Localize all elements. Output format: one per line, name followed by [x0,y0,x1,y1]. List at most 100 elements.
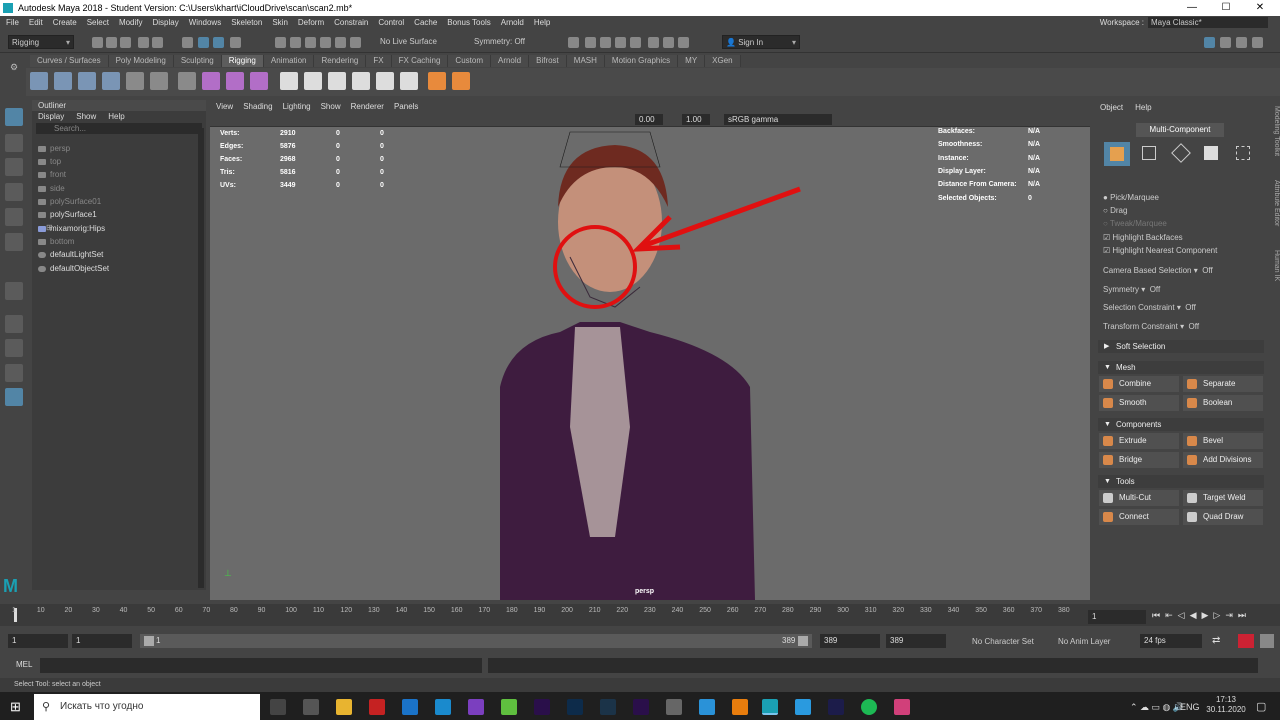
locator-icon[interactable] [428,72,446,90]
system-tray-icons[interactable]: ⌃ ☁ ▭ ◍ 🔊 [1130,702,1184,713]
bind-skin-icon[interactable] [178,72,196,90]
taskbar-search-input[interactable]: Искать что угодно [34,694,260,720]
select-hierarchy-icon[interactable] [182,37,193,48]
step-forward-frame-icon[interactable]: ▷ [1213,610,1220,621]
spotify-icon[interactable] [861,699,877,715]
mtk-symmetry-row[interactable]: Symmetry ▾ Off [1103,285,1160,294]
viewport-menu-shading[interactable]: Shading [243,100,272,113]
ipr-render-icon[interactable] [615,37,626,48]
menuset-dropdown[interactable]: Rigging ▾ [8,35,74,49]
smooth-button[interactable]: Smooth [1099,395,1179,411]
open-scene-icon[interactable] [106,37,117,48]
shelf-tab-fx[interactable]: FX [366,55,392,67]
pinned-app-red-icon[interactable] [369,699,385,715]
menu-display[interactable]: Display [153,16,179,29]
outliner-scrollbar[interactable] [198,128,204,588]
mtk-menu-object[interactable]: Object [1100,103,1123,112]
tools-section-header[interactable]: ▼ Tools [1098,475,1264,488]
shelf-tab-rigging[interactable]: Rigging [221,55,264,67]
select-tool-icon[interactable] [5,108,23,126]
command-language-label[interactable]: MEL [16,660,32,669]
menu-select[interactable]: Select [87,16,109,29]
range-slider-track[interactable]: 1 389 [140,634,812,648]
menu-deform[interactable]: Deform [298,16,324,29]
construction-history-icon[interactable] [568,37,579,48]
arnold-render-icon[interactable] [663,37,674,48]
menu-control[interactable]: Control [378,16,404,29]
menu-edit[interactable]: Edit [29,16,43,29]
step-back-key-icon[interactable]: ⇤ [1165,610,1173,621]
step-back-frame-icon[interactable]: ◁ [1178,610,1185,621]
toggle-tool-settings-icon[interactable] [1236,37,1247,48]
outliner-item-front[interactable]: front [38,169,66,181]
gamma-field[interactable]: 1.00 [682,114,710,125]
scale-constraint-icon[interactable] [352,72,370,90]
rotate-tool-icon[interactable] [5,208,23,226]
point-constraint-icon[interactable] [280,72,298,90]
bevel-button[interactable]: Bevel [1183,433,1263,449]
scale-tool-icon[interactable] [5,233,23,251]
blender-icon[interactable] [732,699,748,715]
photoshop-icon[interactable] [567,699,583,715]
add-divisions-button[interactable]: Add Divisions [1183,452,1263,468]
viewport-menu-panels[interactable]: Panels [394,100,418,113]
anim-layer-dropdown[interactable]: No Anim Layer [1058,637,1110,646]
side-tab-human-ik[interactable]: Human IK [1268,250,1280,290]
snap-grid-icon[interactable] [275,37,286,48]
windows-start-icon[interactable]: ⊞ [10,699,21,715]
preferences-icon[interactable] [1260,634,1274,648]
render-settings-icon[interactable] [630,37,641,48]
menu-modify[interactable]: Modify [119,16,143,29]
ik-handle-icon[interactable] [54,72,72,90]
side-tab-attribute-editor[interactable]: Attribute Editor [1268,180,1280,240]
viewport-panel[interactable]: View Shading Lighting Show Renderer Pane… [210,100,1090,600]
pole-vector-icon[interactable] [400,72,418,90]
cluster-icon[interactable] [250,72,268,90]
colorspace-dropdown[interactable]: sRGB gamma [724,114,832,125]
mail-icon[interactable] [402,699,418,715]
mtk-menu-help[interactable]: Help [1135,103,1151,112]
hypershade-icon[interactable] [648,37,659,48]
outliner-menu-help[interactable]: Help [108,111,124,123]
outliner-item-defaultobjectset[interactable]: defaultObjectSet [38,263,109,275]
paint-select-tool-icon[interactable] [5,158,23,176]
transform-constraint-row[interactable]: Transform Constraint ▾ Off [1103,322,1199,331]
shelf-tab-sculpting[interactable]: Sculpting [173,55,222,67]
command-input[interactable] [40,658,482,673]
workspace-dropdown[interactable]: Maya Classic* [1148,17,1268,28]
uv-mode-icon[interactable] [1236,146,1250,160]
playback-start-field[interactable]: 1 [72,634,132,648]
checkbox-highlight-nearest[interactable]: ☑ Highlight Nearest Component [1103,246,1217,255]
snap-live-icon[interactable] [350,37,361,48]
vertex-mode-icon[interactable] [1142,146,1156,160]
camera-based-selection-row[interactable]: Camera Based Selection ▾ Off [1103,266,1213,275]
parent-constraint-icon[interactable] [376,72,394,90]
play-backward-icon[interactable]: ◀ [1190,610,1197,621]
range-slider-end-handle[interactable] [798,636,808,646]
viewport-menu-renderer[interactable]: Renderer [351,100,384,113]
render-frame-icon[interactable] [585,37,596,48]
shelf-tab-my[interactable]: MY [678,55,706,67]
shelf-tab-curves-surfaces[interactable]: Curves / Surfaces [30,55,109,67]
go-to-end-icon[interactable]: ⏭ [1238,610,1246,621]
render-sequence-icon[interactable] [600,37,611,48]
shelf-settings-gear-icon[interactable]: ⚙ [10,62,18,73]
viewport-menu-show[interactable]: Show [321,100,341,113]
select-object-icon[interactable] [198,37,209,48]
fps-dropdown[interactable]: 24 fps [1140,634,1202,648]
character-set-dropdown[interactable]: No Character Set [972,637,1034,646]
pinned-app-icon[interactable] [303,699,319,715]
single-perspective-layout-icon[interactable] [5,315,23,333]
boolean-button[interactable]: Boolean [1183,395,1263,411]
redo-icon[interactable] [152,37,163,48]
shelf-tab-motion-graphics[interactable]: Motion Graphics [604,55,679,67]
viewport-menu-lighting[interactable]: Lighting [283,100,311,113]
steam-icon[interactable] [600,699,616,715]
menu-arnold[interactable]: Arnold [501,16,524,29]
animation-end-field[interactable]: 389 [886,634,946,648]
playback-end-field[interactable]: 389 [820,634,880,648]
store-icon[interactable] [435,699,451,715]
lightroom-icon[interactable] [828,699,844,715]
sign-in-dropdown[interactable]: 👤 Sign In ▾ [722,35,800,49]
components-section-header[interactable]: ▼ Components [1098,418,1264,431]
